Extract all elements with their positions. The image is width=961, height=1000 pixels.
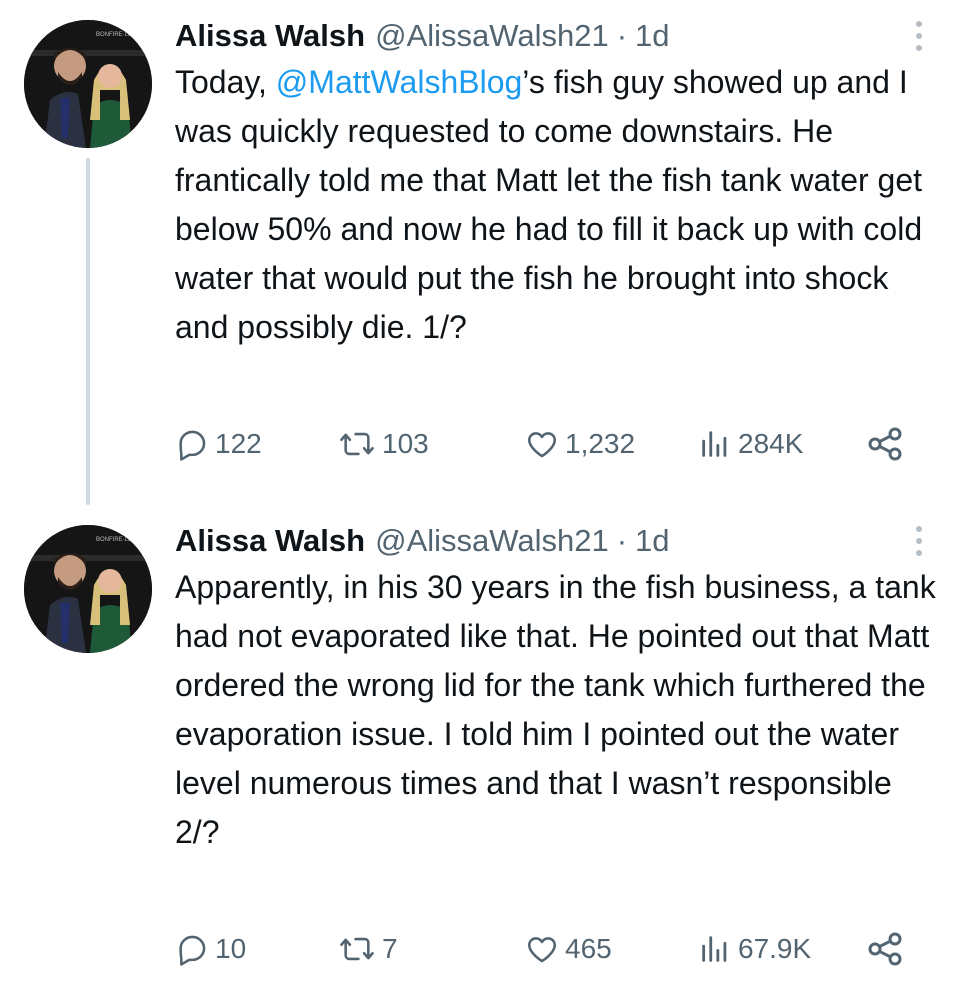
views-icon: [702, 431, 727, 457]
text-after-mention: ’s fish guy showed up and I was quickly …: [175, 64, 923, 345]
tweet[interactable]: BONFIRE·LEGEND Alissa Walsh @AlissaWalsh…: [0, 505, 961, 1000]
text-before-mention: Today,: [175, 64, 276, 100]
avatar[interactable]: BONFIRE·LEGEND: [24, 525, 152, 653]
timestamp[interactable]: 1d: [635, 523, 669, 559]
author-handle[interactable]: @AlissaWalsh21: [375, 18, 609, 54]
share-icon: [868, 427, 902, 461]
like-icon: [527, 432, 557, 458]
tweet-text: Today, @MattWalshBlog’s fish guy showed …: [175, 58, 945, 352]
more-icon[interactable]: [905, 519, 933, 563]
reply-count: 10: [215, 933, 247, 964]
mention-link[interactable]: @MattWalshBlog: [276, 64, 522, 100]
share-button[interactable]: [865, 424, 911, 464]
tweet-body: Alissa Walsh @AlissaWalsh21 · 1d Today, …: [175, 14, 933, 352]
reply-icon: [179, 430, 206, 461]
tweet[interactable]: BONFIRE·LEGEND Alissa Walsh @AlissaWalsh…: [0, 0, 961, 505]
like-icon: [527, 937, 557, 963]
reply-icon: [179, 935, 206, 966]
svg-text:BONFIRE·LEGEND: BONFIRE·LEGEND: [96, 32, 150, 38]
svg-text:BONFIRE·LEGEND: BONFIRE·LEGEND: [96, 537, 150, 543]
views-count: 284K: [738, 428, 804, 459]
author-name[interactable]: Alissa Walsh: [175, 523, 365, 559]
like-count: 465: [565, 933, 612, 964]
tweet-header: Alissa Walsh @AlissaWalsh21 · 1d: [175, 14, 933, 58]
separator-dot: ·: [616, 18, 628, 53]
reply-count: 122: [215, 428, 262, 459]
tweet-body: Alissa Walsh @AlissaWalsh21 · 1d Apparen…: [175, 519, 936, 857]
retweet-icon: [340, 432, 374, 456]
avatar[interactable]: BONFIRE·LEGEND: [24, 20, 152, 148]
views-count: 67.9K: [738, 933, 812, 964]
retweet-button[interactable]: 7: [338, 932, 398, 966]
retweet-button[interactable]: 103: [338, 427, 429, 461]
retweet-icon: [340, 937, 374, 961]
separator-dot: ·: [616, 523, 628, 558]
views-button[interactable]: 67.9K: [698, 932, 811, 966]
views-button[interactable]: 284K: [698, 427, 803, 461]
like-button[interactable]: 465: [525, 932, 612, 966]
retweet-count: 103: [382, 428, 429, 459]
like-button[interactable]: 1,232: [525, 427, 635, 461]
more-icon[interactable]: [905, 14, 933, 58]
tweet-text: Apparently, in his 30 years in the fish …: [175, 569, 936, 850]
tweet-header: Alissa Walsh @AlissaWalsh21 · 1d: [175, 519, 933, 563]
like-count: 1,232: [565, 428, 636, 459]
thread-line: [86, 158, 90, 505]
share-button[interactable]: [865, 929, 911, 969]
author-name[interactable]: Alissa Walsh: [175, 18, 365, 54]
timestamp[interactable]: 1d: [635, 18, 669, 54]
views-icon: [702, 936, 727, 962]
reply-button[interactable]: 122: [175, 427, 262, 461]
retweet-count: 7: [382, 933, 398, 964]
author-handle[interactable]: @AlissaWalsh21: [375, 523, 609, 559]
reply-button[interactable]: 10: [175, 932, 246, 966]
share-icon: [868, 932, 902, 966]
